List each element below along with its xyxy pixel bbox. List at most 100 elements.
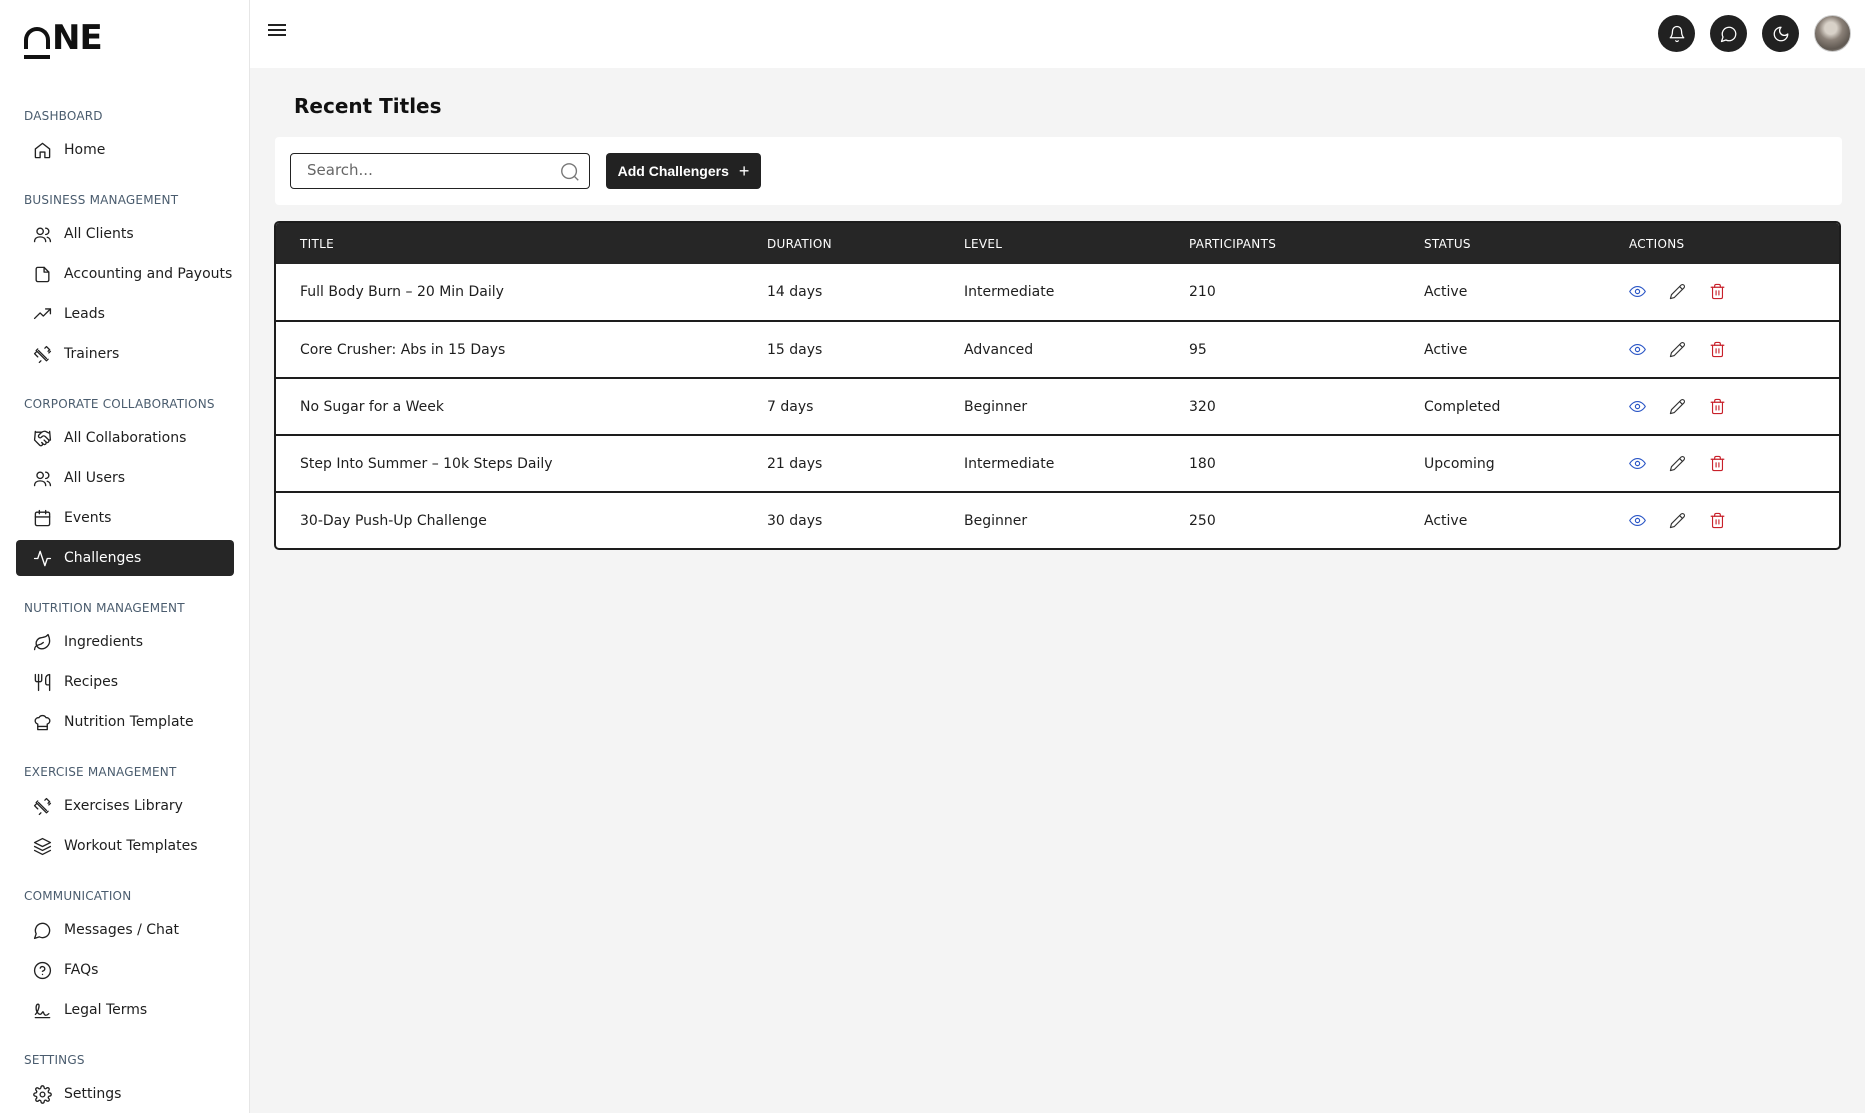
edit-button[interactable] xyxy=(1669,283,1687,301)
cell-actions xyxy=(1605,492,1839,548)
sidebar-item-exercises-library[interactable]: Exercises Library xyxy=(16,788,234,824)
cell-participants: 95 xyxy=(1189,341,1207,358)
edit-button[interactable] xyxy=(1669,398,1687,416)
pencil-icon xyxy=(1669,513,1685,529)
column-header-title: TITLE xyxy=(300,236,334,251)
sidebar-item-accounting-and-payouts[interactable]: Accounting and Payouts xyxy=(16,256,234,292)
view-button[interactable] xyxy=(1629,341,1647,359)
table-row: Full Body Burn – 20 Min Daily 14 days Inte… xyxy=(276,264,1839,321)
user-avatar[interactable] xyxy=(1814,15,1851,52)
sidebar-item-faqs[interactable]: FAQs xyxy=(16,952,234,988)
sidebar-item-recipes[interactable]: Recipes xyxy=(16,664,234,700)
sidebar-item-label: Home xyxy=(64,142,106,158)
edit-button[interactable] xyxy=(1669,455,1687,473)
trending-up-icon xyxy=(32,304,52,324)
sidebar-item-label: FAQs xyxy=(64,962,99,978)
view-button[interactable] xyxy=(1629,398,1647,416)
view-button[interactable] xyxy=(1629,512,1647,530)
view-button[interactable] xyxy=(1629,283,1647,301)
activity-icon xyxy=(32,548,52,568)
sidebar-item-all-users[interactable]: All Users xyxy=(16,460,234,496)
theme-toggle-button[interactable] xyxy=(1762,15,1799,52)
search-input[interactable] xyxy=(307,154,557,186)
eye-icon xyxy=(1629,514,1646,527)
trash-icon xyxy=(1710,512,1725,529)
cell-participants: 250 xyxy=(1189,513,1216,529)
message-circle-icon xyxy=(1720,26,1736,42)
utensils-icon xyxy=(32,672,52,692)
sidebar-item-label: Settings xyxy=(64,1086,122,1102)
cell-title: 30-Day Push-Up Challenge xyxy=(300,513,487,529)
settings-icon xyxy=(32,1084,52,1104)
users-icon xyxy=(32,468,52,488)
add-challengers-button[interactable]: Add Challengers + xyxy=(606,153,761,189)
trash-icon xyxy=(1710,455,1725,471)
sidebar-item-ingredients[interactable]: Ingredients xyxy=(16,624,234,660)
delete-button[interactable] xyxy=(1709,341,1727,359)
calendar-icon xyxy=(32,508,52,528)
column-header-participants: PARTICIPANTS xyxy=(1189,236,1277,251)
sidebar-item-workout-templates[interactable]: Workout Templates xyxy=(16,828,234,864)
table-row: Core Crusher: Abs in 15 Days 15 days Advan… xyxy=(276,321,1839,378)
chef-hat-icon xyxy=(32,712,52,732)
cell-participants: 180 xyxy=(1189,455,1216,472)
cell-duration: 30 days xyxy=(767,513,823,529)
messages-button[interactable] xyxy=(1710,15,1747,52)
sidebar-section-settings: SETTINGS xyxy=(24,1053,85,1067)
sidebar-item-label: All Clients xyxy=(64,226,134,242)
cell-level: Intermediate xyxy=(964,455,1055,472)
delete-button[interactable] xyxy=(1709,455,1727,473)
cell-status: Upcoming xyxy=(1424,455,1495,472)
logo-mark xyxy=(24,27,50,59)
cell-level: Beginner xyxy=(964,513,1028,529)
leaf-icon xyxy=(32,632,52,652)
sidebar-section-exercise-management: EXERCISE MANAGEMENT xyxy=(24,765,177,779)
cell-duration: 14 days xyxy=(767,284,823,300)
edit-button[interactable] xyxy=(1669,341,1687,359)
sidebar-item-legal-terms[interactable]: Legal Terms xyxy=(16,992,234,1028)
sidebar-item-home[interactable]: Home xyxy=(16,132,234,168)
cell-duration: 21 days xyxy=(767,455,823,472)
handshake-icon xyxy=(32,428,52,448)
delete-button[interactable] xyxy=(1709,512,1727,530)
message-circle-icon xyxy=(32,920,52,940)
edit-button[interactable] xyxy=(1669,512,1687,530)
sidebar-item-settings[interactable]: Settings xyxy=(16,1076,234,1112)
trash-icon xyxy=(1710,398,1725,414)
search-icon[interactable] xyxy=(559,161,581,183)
signature-icon xyxy=(32,1000,52,1020)
sidebar-item-events[interactable]: Events xyxy=(16,500,234,536)
menu-toggle-icon[interactable] xyxy=(268,24,286,38)
sidebar-item-trainers[interactable]: Trainers xyxy=(16,336,234,372)
sidebar-item-messages-chat[interactable]: Messages / Chat xyxy=(16,912,234,948)
sidebar-item-label: Nutrition Template xyxy=(64,714,194,730)
help-circle-icon xyxy=(32,960,52,980)
sidebar-section-business-management: BUSINESS MANAGEMENT xyxy=(24,193,179,207)
top-bar xyxy=(250,0,1865,68)
cell-level: Intermediate xyxy=(964,284,1055,300)
sidebar-section-nutrition-management: NUTRITION MANAGEMENT xyxy=(24,601,185,615)
trash-icon xyxy=(1710,341,1725,357)
column-header-level: LEVEL xyxy=(964,236,1003,251)
app-logo[interactable]: NE xyxy=(24,18,103,59)
sidebar-item-all-clients[interactable]: All Clients xyxy=(16,216,234,252)
sidebar-item-label: Exercises Library xyxy=(64,798,183,814)
delete-button[interactable] xyxy=(1709,398,1727,416)
table-header-row: TITLE DURATION LEVEL PARTICIPANTS STATUS… xyxy=(276,223,1839,264)
table-row: 30-Day Push-Up Challenge 30 days Beginner 2… xyxy=(276,492,1839,548)
sidebar-item-label: Legal Terms xyxy=(64,1002,148,1018)
pencil-icon xyxy=(1669,341,1685,357)
sidebar: NE DASHBOARD Home BUSINESS MANAGEMENT All C… xyxy=(0,0,250,1113)
table-row: No Sugar for a Week 7 days Beginner 320 Comp… xyxy=(276,378,1839,435)
sidebar-item-challenges[interactable]: Challenges xyxy=(16,540,234,576)
sidebar-item-leads[interactable]: Leads xyxy=(16,296,234,332)
notifications-button[interactable] xyxy=(1658,15,1695,52)
sidebar-item-label: All Users xyxy=(64,470,126,486)
view-button[interactable] xyxy=(1629,455,1647,473)
delete-button[interactable] xyxy=(1709,283,1727,301)
sidebar-item-all-collaborations[interactable]: All Collaborations xyxy=(16,420,234,456)
eye-icon xyxy=(1629,285,1646,298)
toolbar: Add Challengers + xyxy=(275,137,1842,205)
sidebar-item-nutrition-template[interactable]: Nutrition Template xyxy=(16,704,234,740)
cell-title: Step Into Summer – 10k Steps Daily xyxy=(300,455,553,472)
